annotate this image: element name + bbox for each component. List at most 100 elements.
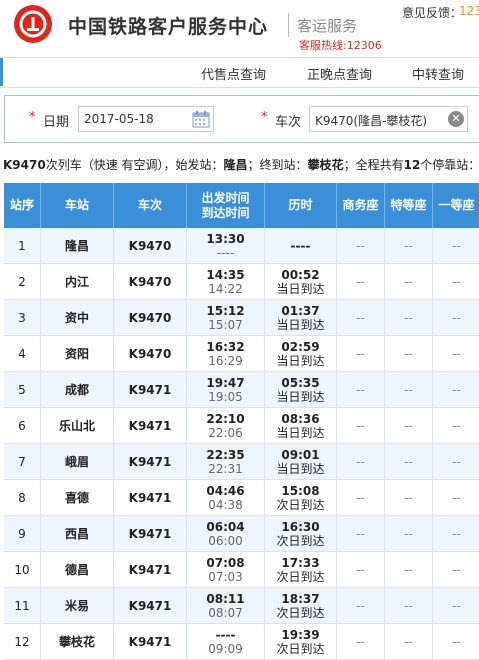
- train-code: K9471: [128, 454, 172, 469]
- duration-time: 19:39: [281, 627, 320, 642]
- cell-index: 8: [4, 480, 41, 515]
- arrive-time: ----: [216, 245, 235, 260]
- cell-first-seat: --: [433, 336, 479, 371]
- first-seat-value: --: [452, 418, 461, 433]
- cell-business-seat: --: [337, 624, 385, 659]
- summary-stops: ；全程共有: [343, 158, 404, 172]
- cell-first-seat: --: [433, 444, 479, 479]
- cell-business-seat: --: [337, 300, 385, 335]
- cell-duration: 02:59 当日到达: [265, 336, 337, 371]
- index-text: 8: [18, 490, 26, 505]
- station-name: 内江: [64, 274, 89, 289]
- cell-station: 隆昌: [41, 228, 114, 263]
- cell-time: 16:32 16:29: [187, 336, 265, 371]
- cell-station: 米易: [41, 588, 114, 623]
- cell-first-seat: --: [433, 228, 479, 263]
- cell-index: 12: [4, 624, 41, 659]
- cell-business-seat: --: [337, 480, 385, 515]
- cell-time: 13:30 ----: [187, 228, 265, 263]
- arrival-day: 次日到达: [276, 641, 325, 656]
- arrival-day: 次日到达: [276, 533, 325, 548]
- index-text: 4: [18, 346, 26, 361]
- railway-logo-icon[interactable]: [14, 5, 52, 43]
- cell-index: 6: [4, 408, 41, 443]
- index-text: 12: [14, 634, 30, 649]
- site-subtitle: 客运服务: [297, 17, 358, 35]
- table-row: 12 攀枝花 K9471 ---- 09:09 19:39 次日到达 -- -- --: [4, 624, 479, 660]
- cell-duration: 16:30 次日到达: [265, 516, 337, 551]
- nav-agency-query[interactable]: 代售点查询: [201, 64, 266, 83]
- table-row: 2 内江 K9470 14:35 14:22 00:52 当日到达 -- -- --: [4, 264, 479, 300]
- cell-time: 08:11 08:07: [187, 588, 265, 623]
- arrive-time: 16:29: [208, 353, 243, 368]
- col-header-depart: 出发时间: [201, 190, 250, 205]
- cell-special-seat: --: [385, 372, 433, 407]
- calendar-icon[interactable]: [192, 110, 210, 128]
- clear-icon[interactable]: ✕: [448, 111, 464, 127]
- summary-type: 次列车（快速 有空调），始发站：: [45, 158, 224, 172]
- first-seat-value: --: [452, 454, 461, 469]
- train-code: K9471: [128, 490, 172, 505]
- train-number-field[interactable]: K9470(隆昌-攀枝花) ✕: [309, 106, 468, 132]
- cell-train: K9470: [114, 336, 187, 371]
- station-name: 成都: [64, 382, 89, 397]
- business-seat-value: --: [356, 526, 365, 541]
- date-label: 日期: [43, 115, 70, 130]
- table-row: 7 峨眉 K9471 22:35 22:31 09:01 当日到达 -- -- --: [4, 444, 479, 480]
- col-header-index: 站序: [4, 183, 41, 228]
- index-text: 10: [14, 562, 30, 577]
- summary-train: K9470: [3, 158, 46, 172]
- depart-time: 22:35: [206, 447, 245, 462]
- cell-index: 7: [4, 444, 41, 479]
- arrival-day: 当日到达: [276, 281, 325, 296]
- cell-index: 4: [4, 336, 41, 371]
- business-seat-value: --: [356, 346, 365, 361]
- business-seat-value: --: [356, 274, 365, 289]
- special-seat-value: --: [404, 598, 413, 613]
- station-name: 隆昌: [64, 238, 89, 253]
- depart-time: ----: [215, 627, 236, 642]
- cell-special-seat: --: [385, 228, 433, 263]
- station-name: 乐山北: [58, 418, 95, 433]
- cell-special-seat: --: [385, 552, 433, 587]
- cell-station: 资中: [41, 300, 114, 335]
- col-header-special: 特等座: [385, 183, 433, 228]
- site-title: 中国铁路客户服务中心: [68, 16, 269, 38]
- date-field[interactable]: 2017-05-18: [78, 106, 214, 132]
- stop-table: 站序 车站 车次 出发时间 到达时间 历时 商务座 特等座 一等座 1 隆昌 K94…: [4, 183, 479, 660]
- nav-delay-query[interactable]: 正晚点查询: [307, 64, 372, 83]
- cell-business-seat: --: [337, 408, 385, 443]
- cell-index: 2: [4, 264, 41, 299]
- cell-train: K9471: [114, 408, 187, 443]
- table-header: 站序 车站 车次 出发时间 到达时间 历时 商务座 特等座 一等座: [4, 183, 479, 228]
- feedback-link[interactable]: 意见反馈：: [402, 4, 462, 21]
- arrive-time: 08:07: [208, 605, 243, 620]
- business-seat-value: --: [356, 490, 365, 505]
- station-name: 西昌: [64, 526, 89, 541]
- table-row: 8 喜德 K9471 04:46 04:38 15:08 次日到达 -- -- --: [4, 480, 479, 516]
- cell-business-seat: --: [337, 444, 385, 479]
- duration-time: 01:37: [281, 303, 320, 318]
- table-row: 4 资阳 K9470 16:32 16:29 02:59 当日到达 -- -- --: [4, 336, 479, 372]
- arrival-day: 次日到达: [276, 605, 325, 620]
- cell-duration: 18:37 次日到达: [265, 588, 337, 623]
- cell-duration: 17:33 次日到达: [265, 552, 337, 587]
- nav-accent-stripe: [0, 58, 3, 86]
- train-code: K9470: [128, 274, 172, 289]
- cell-time: 04:46 04:38: [187, 480, 265, 515]
- depart-time: 08:11: [206, 591, 245, 606]
- cell-first-seat: --: [433, 588, 479, 623]
- col-header-train: 车次: [114, 183, 187, 228]
- cell-index: 5: [4, 372, 41, 407]
- first-seat-value: --: [452, 526, 461, 541]
- arrival-day: 当日到达: [276, 389, 325, 404]
- arrive-time: 15:07: [208, 317, 243, 332]
- required-mark: *: [261, 110, 268, 125]
- feedback-number[interactable]: 123: [459, 4, 479, 18]
- col-header-duration: 历时: [265, 183, 337, 228]
- station-name: 攀枝花: [58, 634, 95, 649]
- cell-first-seat: --: [433, 480, 479, 515]
- business-seat-value: --: [356, 310, 365, 325]
- arrive-time: 22:06: [208, 425, 243, 440]
- nav-transfer-query[interactable]: 中转查询: [412, 64, 464, 83]
